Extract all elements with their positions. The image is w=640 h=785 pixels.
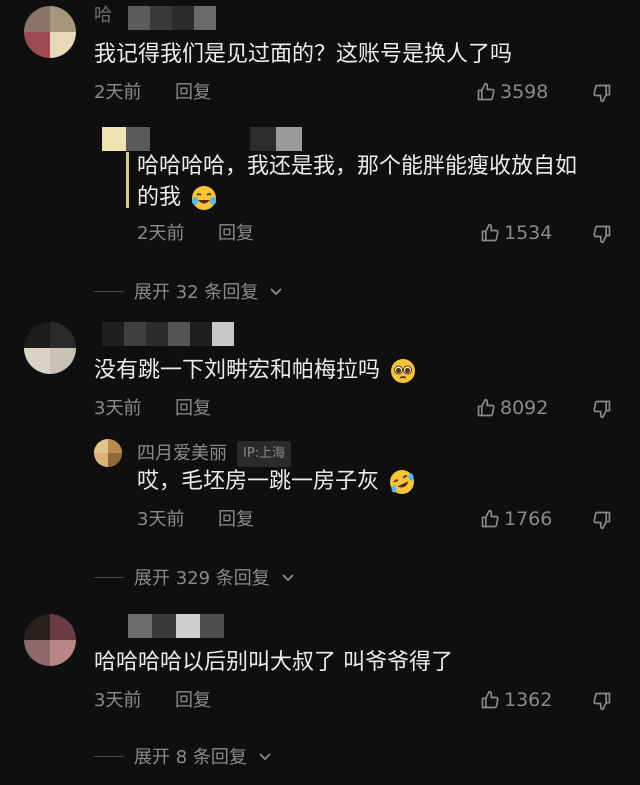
reply-text: 哈哈哈哈，我还是我，那个能胖能瘦收放自如 (137, 154, 578, 179)
comment-text: 哈哈哈哈以后别叫大叔了 叫爷爷得了 (94, 650, 453, 675)
dislike-button[interactable] (592, 83, 612, 107)
chevron-down-icon (282, 574, 294, 582)
chevron-down-icon (270, 288, 282, 296)
avatar[interactable] (24, 6, 76, 58)
divider-line (94, 755, 124, 757)
reply-time: 2天前 (137, 223, 185, 244)
chevron-down-icon (259, 753, 271, 761)
reply-text-continued: 的我 (137, 183, 218, 213)
expand-label: 展开 8 条回复 (134, 747, 247, 768)
dislike-button[interactable] (592, 691, 612, 715)
blurred-author-name (128, 6, 216, 30)
like-count: 1362 (504, 689, 553, 711)
dislike-button[interactable] (592, 510, 612, 534)
like-button[interactable]: 1362 (480, 689, 552, 711)
author-name[interactable]: 哈 (94, 4, 112, 28)
thumbs-down-icon (593, 84, 611, 103)
thumbs-down-icon (593, 225, 611, 244)
thumbs-up-icon (481, 223, 499, 242)
divider-line (94, 576, 124, 578)
thumbs-down-icon (593, 511, 611, 530)
reply-button[interactable]: 回复 (175, 82, 211, 104)
reply-button[interactable]: 回复 (218, 509, 254, 531)
blurred-reply-name (250, 127, 302, 151)
like-button[interactable]: 1766 (480, 508, 552, 530)
reply-button[interactable]: 回复 (175, 398, 211, 420)
reply-author-name: 四月爱美丽 (137, 443, 227, 464)
thumbs-up-icon (481, 509, 499, 528)
expand-label: 展开 32 条回复 (134, 282, 259, 303)
reply-avatar[interactable] (94, 439, 122, 467)
comment-text: 没有跳一下刘畊宏和帕梅拉吗 (94, 356, 417, 386)
reply-text: 哎，毛坯房一跳一房子灰 (137, 467, 416, 497)
like-count: 1534 (504, 222, 553, 244)
thumbs-up-icon (477, 398, 495, 417)
dislike-button[interactable] (592, 224, 612, 248)
expand-replies-button[interactable]: 展开 8 条回复 (94, 743, 273, 769)
thumbs-up-icon (481, 690, 499, 709)
thumbs-down-icon (593, 692, 611, 711)
comment-time: 2天前 (94, 82, 142, 103)
like-button[interactable]: 1534 (480, 222, 552, 244)
reply-button[interactable]: 回复 (218, 223, 254, 245)
comment-time: 3天前 (94, 690, 142, 711)
thumbs-up-icon (477, 82, 495, 101)
avatar[interactable] (24, 322, 76, 374)
like-count: 1766 (504, 508, 553, 530)
comment-time: 3天前 (94, 398, 142, 419)
expand-replies-button[interactable]: 展开 32 条回复 (94, 278, 284, 304)
divider-line (94, 290, 124, 292)
quote-bar (126, 152, 129, 208)
comment-section: 哈 我记得我们是见过面的？这账号是换人了吗 2天前 回复 3598 哈哈哈哈，我… (0, 0, 640, 785)
dislike-button[interactable] (592, 399, 612, 423)
expand-label: 展开 329 条回复 (134, 568, 270, 589)
thumbs-down-icon (593, 400, 611, 419)
like-count: 3598 (500, 81, 549, 103)
avatar[interactable] (24, 614, 76, 666)
blurred-author-name (102, 322, 234, 346)
expand-replies-button[interactable]: 展开 329 条回复 (94, 564, 296, 590)
like-count: 8092 (500, 397, 549, 419)
reply-author[interactable]: 四月爱美丽 IP:上海 (137, 441, 292, 467)
ip-location-tag: IP:上海 (237, 441, 292, 467)
crying-laughing-emoji-icon (192, 186, 217, 210)
reply-button[interactable]: 回复 (175, 690, 211, 712)
blurred-reply-avatar (102, 127, 150, 151)
blurred-author-name (128, 614, 224, 638)
reply-time: 3天前 (137, 509, 185, 530)
like-button[interactable]: 3598 (476, 81, 548, 103)
pleading-face-emoji-icon (391, 359, 416, 383)
like-button[interactable]: 8092 (476, 397, 548, 419)
rolling-laughing-emoji-icon (390, 470, 415, 494)
comment-text: 我记得我们是见过面的？这账号是换人了吗 (94, 42, 513, 67)
